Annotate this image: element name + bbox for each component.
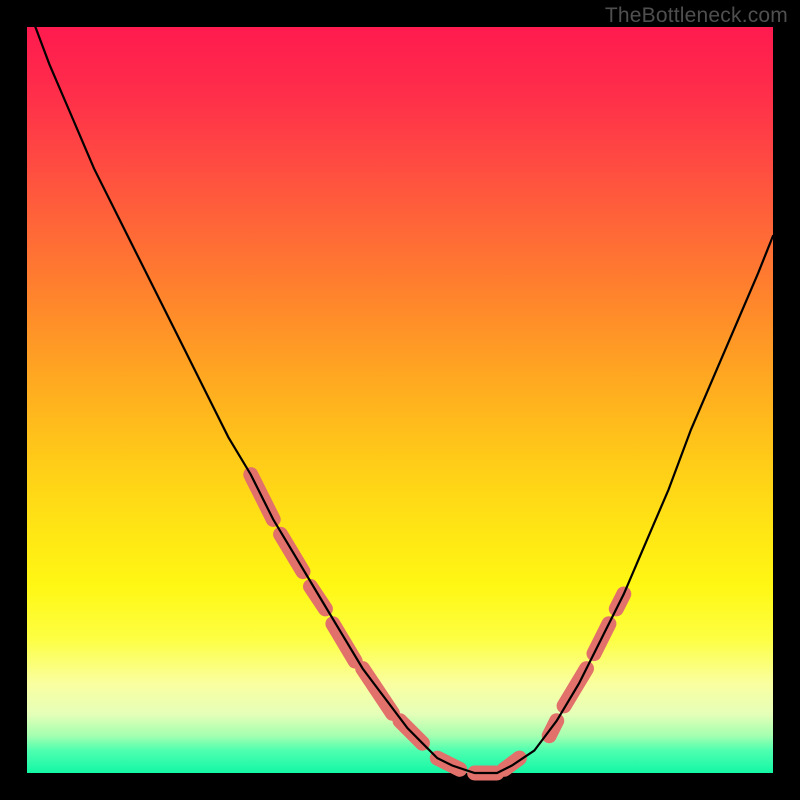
chart-frame: TheBottleneck.com: [0, 0, 800, 800]
curve-svg: [27, 27, 773, 773]
highlight-segment: [333, 624, 355, 661]
highlight-segment: [281, 534, 303, 571]
plot-area: [27, 27, 773, 773]
watermark-text: TheBottleneck.com: [605, 4, 788, 28]
bottleneck-curve: [27, 5, 773, 773]
highlight-segment: [311, 587, 326, 609]
highlight-segments: [251, 475, 624, 773]
